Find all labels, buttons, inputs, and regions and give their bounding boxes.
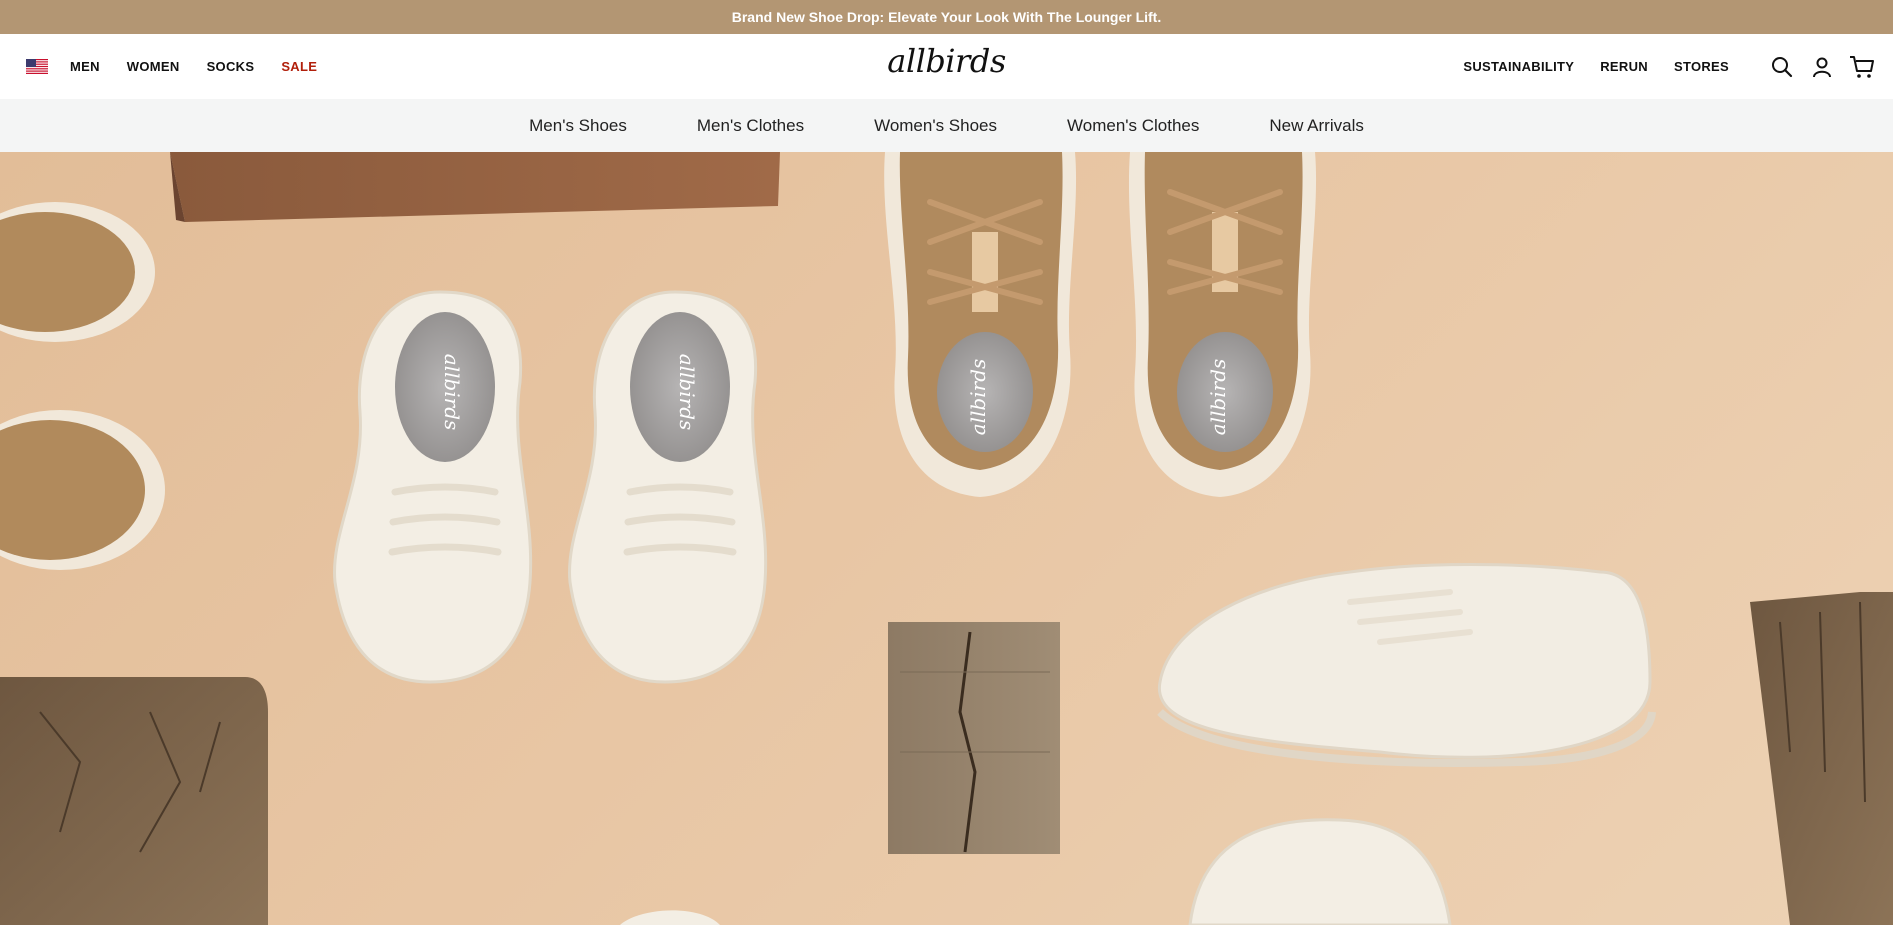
subnav-mens-clothes[interactable]: Men's Clothes	[697, 116, 804, 136]
tan-shoe-center-right: allbirds	[1128, 152, 1317, 497]
white-shoe-left: allbirds	[333, 290, 533, 684]
svg-text:allbirds: allbirds	[440, 354, 464, 431]
account-icon[interactable]	[1809, 54, 1835, 80]
white-shoe-right: allbirds	[568, 290, 768, 684]
svg-text:allbirds: allbirds	[675, 354, 699, 431]
subnav-womens-clothes[interactable]: Women's Clothes	[1067, 116, 1199, 136]
nav-sale[interactable]: SALE	[281, 59, 317, 74]
subnav-mens-shoes[interactable]: Men's Shoes	[529, 116, 627, 136]
announcement-bar[interactable]: Brand New Shoe Drop: Elevate Your Look W…	[0, 0, 1893, 34]
primary-nav: MEN WOMEN SOCKS SALE	[26, 34, 344, 99]
nav-stores[interactable]: STORES	[1674, 59, 1729, 74]
site-header: MEN WOMEN SOCKS SALE allbirds SUSTAINABI…	[0, 34, 1893, 99]
svg-text:allbirds: allbirds	[966, 359, 990, 436]
wood-block-right	[1750, 592, 1893, 925]
cart-icon[interactable]	[1849, 54, 1875, 80]
announcement-text[interactable]: Brand New Shoe Drop: Elevate Your Look W…	[732, 9, 1162, 25]
nav-men[interactable]: MEN	[70, 59, 100, 74]
wood-block-center	[888, 622, 1060, 854]
category-subnav: Men's Shoes Men's Clothes Women's Shoes …	[0, 99, 1893, 152]
hero-illustration: allbirds allbirds allbirds allbirds	[0, 152, 1893, 925]
nav-women[interactable]: WOMEN	[127, 59, 180, 74]
nav-sustainability[interactable]: SUSTAINABILITY	[1463, 59, 1574, 74]
subnav-womens-shoes[interactable]: Women's Shoes	[874, 116, 997, 136]
svg-text:allbirds: allbirds	[1206, 359, 1230, 436]
nav-rerun[interactable]: RERUN	[1600, 59, 1648, 74]
site-logo[interactable]: allbirds	[887, 42, 1006, 80]
wood-plank	[170, 152, 780, 222]
tan-shoe-center-left: allbirds	[884, 152, 1077, 497]
us-flag-icon[interactable]	[26, 59, 48, 74]
hero-image[interactable]: allbirds allbirds allbirds allbirds	[0, 152, 1893, 925]
subnav-new-arrivals[interactable]: New Arrivals	[1269, 116, 1363, 136]
search-icon[interactable]	[1769, 54, 1795, 80]
white-shoe-side	[1157, 563, 1656, 767]
nav-socks[interactable]: SOCKS	[207, 59, 255, 74]
tan-shoe-left	[0, 202, 165, 570]
secondary-nav: SUSTAINABILITY RERUN STORES	[1463, 34, 1875, 99]
wood-block-left	[0, 677, 268, 925]
